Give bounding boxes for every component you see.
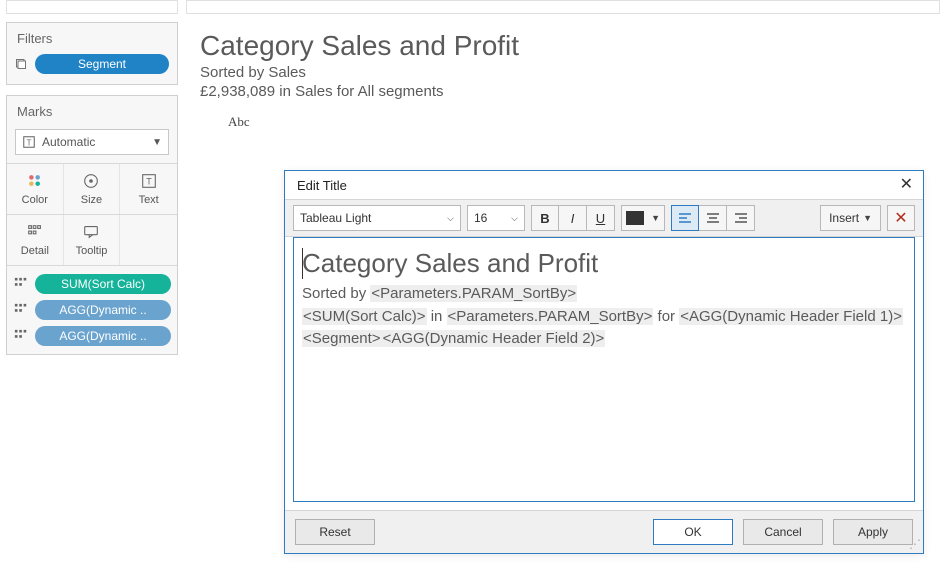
color-swatch — [626, 211, 644, 225]
marks-text-card[interactable]: T Text — [120, 164, 177, 214]
filters-heading: Filters — [7, 23, 177, 50]
title-editor[interactable]: Category Sales and Profit Sorted by <Par… — [293, 237, 915, 502]
marks-panel: Marks T Automatic ▼ Color Size T — [6, 95, 178, 355]
placeholder-agg-header-2: <AGG(Dynamic Header Field 2)> — [382, 330, 606, 347]
viz-subtitle-2: £2,938,089 in Sales for All segments — [200, 83, 940, 100]
font-color-select[interactable]: ▼ — [621, 205, 665, 231]
cancel-button[interactable]: Cancel — [743, 519, 823, 545]
marks-tooltip-card[interactable]: Tooltip — [64, 215, 121, 265]
chevron-down-icon: ▼ — [152, 137, 162, 148]
ok-button[interactable]: OK — [653, 519, 733, 545]
font-family-select[interactable]: Tableau Light ⌵ — [293, 205, 461, 231]
placeholder-segment: <Segment> — [302, 330, 382, 347]
shelf-stub — [6, 0, 178, 14]
viz-mark-abc: Abc — [228, 114, 940, 130]
chevron-down-icon: ⌵ — [511, 213, 518, 224]
insert-field-button[interactable]: Insert ▼ — [820, 205, 881, 231]
marks-text-label: Text — [139, 194, 159, 206]
chevron-down-icon: ⌵ — [447, 213, 454, 224]
mark-pill-sum-sort-calc[interactable]: SUM(Sort Calc) — [35, 274, 171, 294]
columns-shelf-stub — [186, 0, 940, 14]
placeholder-sum-sort-calc: <SUM(Sort Calc)> — [302, 308, 427, 325]
mark-type-label: Automatic — [42, 135, 95, 149]
font-size-select[interactable]: 16 ⌵ — [467, 205, 525, 231]
editor-text: in — [427, 308, 447, 325]
marks-color-card[interactable]: Color — [7, 164, 64, 214]
placeholder-agg-header-1: <AGG(Dynamic Header Field 1)> — [679, 308, 903, 325]
close-icon[interactable]: ✕ — [900, 177, 913, 193]
italic-button[interactable]: I — [559, 205, 587, 231]
marks-tooltip-label: Tooltip — [76, 245, 108, 257]
align-left-button[interactable] — [671, 205, 699, 231]
placeholder-param-sortby: <Parameters.PARAM_SortBy> — [370, 285, 577, 302]
editor-title-line: Category Sales and Profit — [302, 248, 598, 278]
detail-icon — [13, 329, 29, 343]
detail-icon — [13, 277, 29, 291]
marks-size-card[interactable]: Size — [64, 164, 121, 214]
bold-button[interactable]: B — [531, 205, 559, 231]
marks-detail-label: Detail — [21, 245, 49, 257]
dialog-title: Edit Title — [297, 178, 347, 193]
font-size-value: 16 — [474, 211, 487, 225]
detail-icon — [13, 303, 29, 317]
insert-label: Insert — [829, 211, 859, 225]
viz-canvas: Category Sales and Profit Sorted by Sale… — [200, 30, 940, 130]
resize-grip-icon[interactable]: ⋰ — [909, 537, 919, 551]
viz-title[interactable]: Category Sales and Profit — [200, 30, 940, 62]
mark-pill-agg-dynamic-2[interactable]: AGG(Dynamic .. — [35, 326, 171, 346]
underline-button[interactable]: U — [587, 205, 615, 231]
viz-subtitle-1: Sorted by Sales — [200, 64, 940, 81]
align-center-button[interactable] — [699, 205, 727, 231]
chevron-down-icon: ▼ — [863, 213, 872, 223]
marks-size-label: Size — [81, 194, 102, 206]
filter-context-icon[interactable] — [15, 57, 27, 71]
align-right-button[interactable] — [727, 205, 755, 231]
filter-pill-segment[interactable]: Segment — [35, 54, 169, 74]
font-family-value: Tableau Light — [300, 211, 371, 225]
editor-text: Sorted by — [302, 285, 370, 302]
chevron-down-icon: ▼ — [651, 213, 660, 223]
editor-text: for — [653, 308, 679, 325]
format-toolbar: Tableau Light ⌵ 16 ⌵ B I U ▼ — [285, 199, 923, 237]
marks-heading: Marks — [7, 96, 177, 123]
edit-title-dialog: Edit Title ✕ Tableau Light ⌵ 16 ⌵ B I U … — [284, 170, 924, 554]
reset-button[interactable]: Reset — [295, 519, 375, 545]
placeholder-param-sortby: <Parameters.PARAM_SortBy> — [447, 308, 654, 325]
mark-type-select[interactable]: T Automatic ▼ — [15, 129, 169, 155]
svg-text:T: T — [27, 139, 32, 148]
clear-formatting-button[interactable]: ✕ — [887, 205, 915, 231]
text-cursor — [302, 248, 303, 279]
marks-color-label: Color — [22, 194, 48, 206]
filters-panel: Filters Segment — [6, 22, 178, 85]
mark-pill-agg-dynamic-1[interactable]: AGG(Dynamic .. — [35, 300, 171, 320]
marks-detail-card[interactable]: Detail — [7, 215, 64, 265]
apply-button[interactable]: Apply — [833, 519, 913, 545]
svg-text:T: T — [146, 177, 152, 187]
